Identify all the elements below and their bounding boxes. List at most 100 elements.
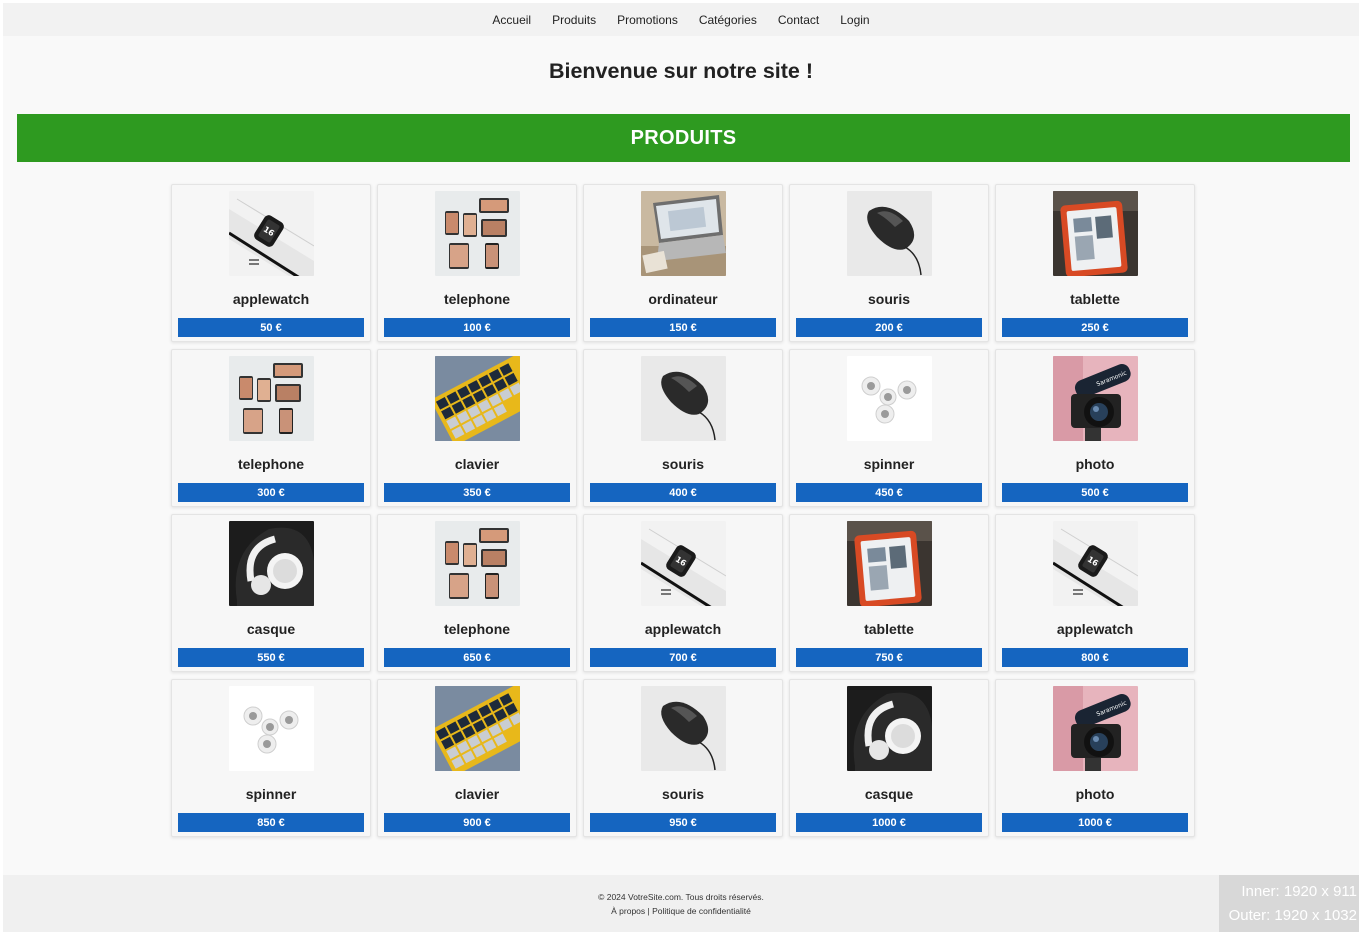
product-name: tablette (864, 621, 914, 637)
product-name: spinner (863, 456, 915, 472)
product-image[interactable]: 16 (641, 521, 726, 606)
footer-link-privacy[interactable]: Politique de confidentialité (652, 906, 751, 916)
product-name: souris (661, 456, 704, 472)
product-name: photo (1075, 456, 1115, 472)
product-image[interactable] (229, 686, 314, 771)
product-card[interactable]: casque 550 € (171, 514, 371, 672)
product-image[interactable] (641, 356, 726, 441)
product-name: spinner (245, 786, 297, 802)
nav-link-produits[interactable]: Produits (542, 13, 607, 27)
nav-link-promotions[interactable]: Promotions (607, 13, 689, 27)
product-name: souris (867, 291, 910, 307)
product-image[interactable] (847, 356, 932, 441)
product-price: 900 € (384, 813, 570, 832)
product-price: 500 € (1002, 483, 1188, 502)
product-image[interactable] (229, 521, 314, 606)
product-price: 450 € (796, 483, 982, 502)
product-image[interactable] (847, 191, 932, 276)
product-name: applewatch (644, 621, 722, 637)
product-name: telephone (237, 456, 305, 472)
product-name: telephone (443, 291, 511, 307)
footer-link-about[interactable]: À propos (611, 906, 645, 916)
product-name: photo (1075, 786, 1115, 802)
product-card[interactable]: souris 400 € (583, 349, 783, 507)
nav-link-login[interactable]: Login (830, 13, 880, 27)
nav-link-contact[interactable]: Contact (767, 13, 829, 27)
product-card[interactable]: Saramonic photo 500 € (995, 349, 1195, 507)
product-price: 250 € (1002, 318, 1188, 337)
product-image[interactable]: 16 (229, 191, 314, 276)
product-card[interactable]: tablette 250 € (995, 184, 1195, 342)
page-title: Bienvenue sur notre site ! (548, 59, 814, 83)
nav-link-accueil[interactable]: Accueil (482, 13, 542, 27)
product-name: casque (864, 786, 914, 802)
product-card[interactable]: ordinateur 150 € (583, 184, 783, 342)
product-price: 950 € (590, 813, 776, 832)
product-card[interactable]: 16 applewatch 700 € (583, 514, 783, 672)
product-card[interactable]: 16 applewatch 50 € (171, 184, 371, 342)
product-price: 300 € (178, 483, 364, 502)
product-image[interactable] (1053, 191, 1138, 276)
nav-link-categories[interactable]: Catégories (688, 13, 767, 27)
product-image[interactable]: 16 (1053, 521, 1138, 606)
product-image[interactable] (847, 521, 932, 606)
product-price: 700 € (590, 648, 776, 667)
product-card[interactable]: spinner 850 € (171, 679, 371, 837)
product-image[interactable] (641, 191, 726, 276)
product-image[interactable]: Saramonic (1053, 686, 1138, 771)
product-image[interactable] (435, 191, 520, 276)
product-price: 200 € (796, 318, 982, 337)
product-card[interactable]: spinner 450 € (789, 349, 989, 507)
product-price: 750 € (796, 648, 982, 667)
product-card[interactable]: telephone 650 € (377, 514, 577, 672)
product-card[interactable]: souris 950 € (583, 679, 783, 837)
product-card[interactable]: souris 200 € (789, 184, 989, 342)
product-card[interactable]: tablette 750 € (789, 514, 989, 672)
product-name: clavier (454, 786, 500, 802)
product-price: 850 € (178, 813, 364, 832)
product-price: 100 € (384, 318, 570, 337)
footer-links: À propos | Politique de confidentialité (3, 904, 1359, 918)
product-image[interactable] (435, 356, 520, 441)
product-name: applewatch (232, 291, 310, 307)
top-navigation: Accueil Produits Promotions Catégories C… (3, 3, 1359, 36)
product-card[interactable]: clavier 900 € (377, 679, 577, 837)
product-name: ordinateur (648, 291, 718, 307)
product-price: 550 € (178, 648, 364, 667)
product-image[interactable] (847, 686, 932, 771)
product-grid: 16 applewatch 50 € telephone 100 € ordinateur… (171, 184, 1195, 837)
product-price: 650 € (384, 648, 570, 667)
product-image[interactable] (229, 356, 314, 441)
product-image[interactable] (435, 686, 520, 771)
outer-size-label: Outer: 1920 x 1032 (1228, 907, 1357, 924)
inner-size-label: Inner: 1920 x 911 (1241, 883, 1357, 900)
product-price: 1000 € (1002, 813, 1188, 832)
section-title: PRODUITS (630, 126, 737, 149)
product-image[interactable] (435, 521, 520, 606)
product-card[interactable]: clavier 350 € (377, 349, 577, 507)
product-name: telephone (443, 621, 511, 637)
product-name: applewatch (1056, 621, 1134, 637)
footer-copyright: © 2024 VotreSite.com. Tous droits réserv… (598, 892, 764, 902)
product-card[interactable]: 16 applewatch 800 € (995, 514, 1195, 672)
product-name: tablette (1070, 291, 1120, 307)
product-name: souris (661, 786, 704, 802)
product-name: casque (246, 621, 296, 637)
product-image[interactable]: Saramonic (1053, 356, 1138, 441)
product-card[interactable]: Saramonic photo 1000 € (995, 679, 1195, 837)
product-card[interactable]: telephone 300 € (171, 349, 371, 507)
product-price: 350 € (384, 483, 570, 502)
window-size-overlay: Inner: 1920 x 911 Outer: 1920 x 1032 (1219, 875, 1359, 932)
product-name: clavier (454, 456, 500, 472)
product-image[interactable] (641, 686, 726, 771)
product-price: 50 € (178, 318, 364, 337)
product-price: 150 € (590, 318, 776, 337)
product-price: 400 € (590, 483, 776, 502)
product-price: 800 € (1002, 648, 1188, 667)
footer: © 2024 VotreSite.com. Tous droits réserv… (3, 875, 1359, 932)
products-banner: PRODUITS (17, 114, 1350, 162)
product-card[interactable]: casque 1000 € (789, 679, 989, 837)
page-frame: Accueil Produits Promotions Catégories C… (3, 3, 1359, 932)
product-price: 1000 € (796, 813, 982, 832)
product-card[interactable]: telephone 100 € (377, 184, 577, 342)
